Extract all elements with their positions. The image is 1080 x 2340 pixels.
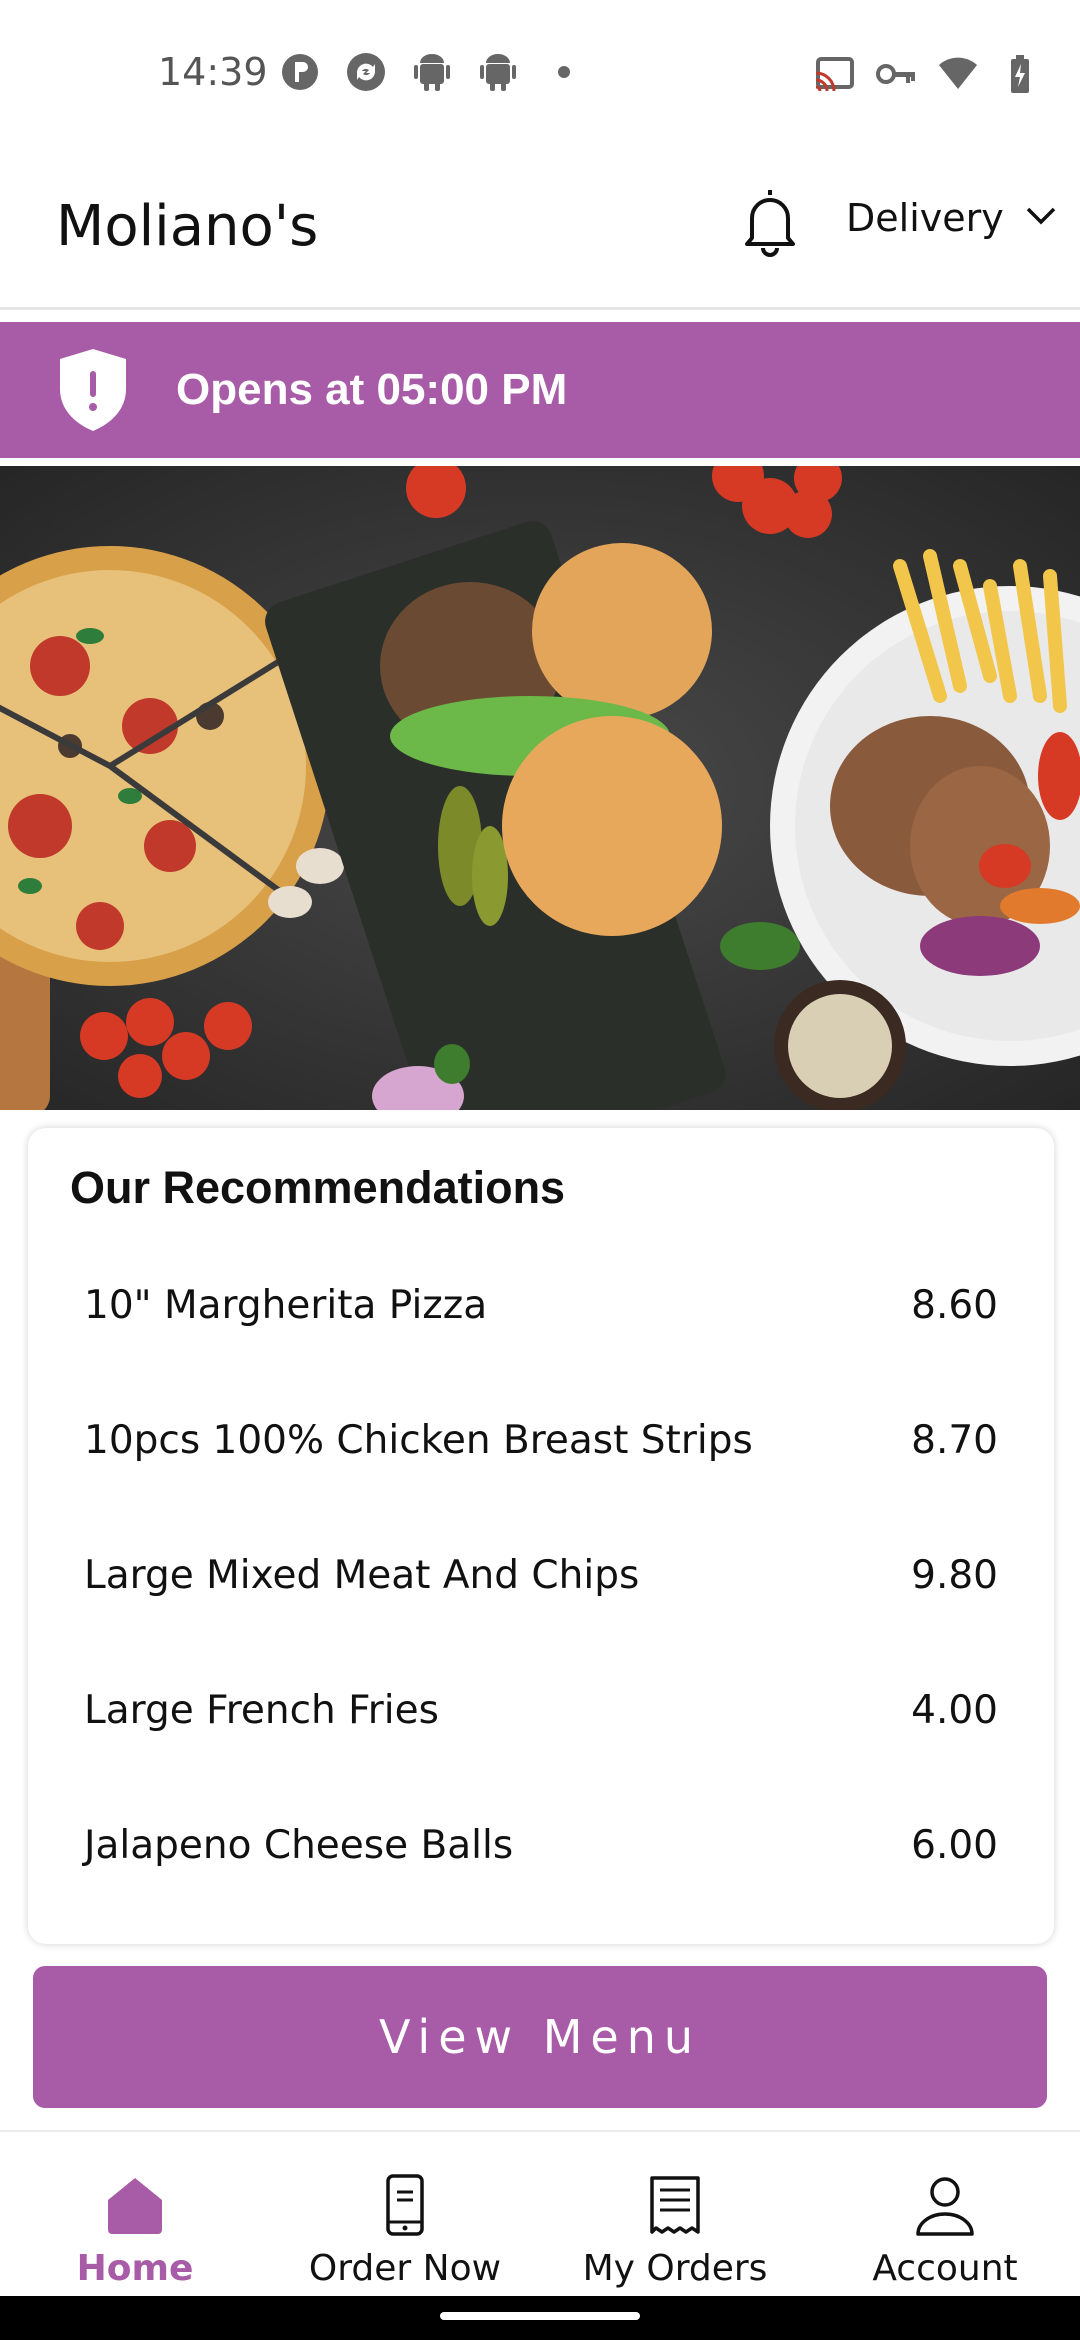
phone-order-icon [386, 2174, 424, 2236]
pinterest-style-icon [280, 52, 320, 92]
status-time: 14:39 [158, 50, 268, 94]
item-name: Jalapeno Cheese Balls [84, 1823, 514, 1868]
restaurant-name: Moliano's [56, 194, 319, 259]
item-price: 6.00 [911, 1823, 998, 1868]
android-icon [478, 52, 518, 92]
app-header: Moliano's Delivery [0, 150, 1080, 310]
nav-account-label: Account [872, 2248, 1018, 2289]
nav-my-orders[interactable]: My Orders [540, 2132, 810, 2296]
recommendation-item[interactable]: Large French Fries 4.00 [28, 1643, 1054, 1778]
home-gesture-handle[interactable] [440, 2312, 640, 2320]
wifi-icon [938, 54, 978, 94]
view-menu-button[interactable]: View Menu [33, 1966, 1047, 2108]
recommendations-list: 10" Margherita Pizza 8.60 10pcs 100% Chi… [28, 1238, 1054, 1913]
recommendation-item[interactable]: Large Mixed Meat And Chips 9.80 [28, 1508, 1054, 1643]
status-system-icons [814, 54, 1040, 94]
recommendation-item[interactable]: 10pcs 100% Chicken Breast Strips 8.70 [28, 1373, 1054, 1508]
status-notification-icons [280, 52, 584, 92]
recommendation-item[interactable]: 10" Margherita Pizza 8.60 [28, 1238, 1054, 1373]
bell-icon[interactable] [738, 186, 802, 258]
item-name: Large French Fries [84, 1688, 439, 1733]
item-price: 8.60 [911, 1283, 998, 1328]
nav-account[interactable]: Account [810, 2132, 1080, 2296]
vpn-key-icon [876, 54, 916, 94]
nav-order-now-label: Order Now [308, 2248, 502, 2289]
item-price: 8.70 [911, 1418, 998, 1463]
order-mode-label: Delivery [846, 196, 1004, 240]
item-name: 10" Margherita Pizza [84, 1283, 488, 1328]
item-price: 4.00 [911, 1688, 998, 1733]
person-icon [916, 2177, 974, 2236]
bottom-nav: Home Order Now My Orders Account [0, 2130, 1080, 2296]
shield-alert-icon [60, 349, 126, 431]
item-name: Large Mixed Meat And Chips [84, 1553, 640, 1598]
receipt-icon [650, 2176, 700, 2234]
recommendations-card: Our Recommendations 10" Margherita Pizza… [28, 1128, 1054, 1944]
status-bar: 14:39 [0, 0, 1080, 150]
cast-icon [814, 54, 854, 94]
dot-icon [544, 52, 584, 92]
recommendation-item[interactable]: Jalapeno Cheese Balls 6.00 [28, 1778, 1054, 1913]
item-name: 10pcs 100% Chicken Breast Strips [84, 1418, 753, 1463]
nav-home-label: Home [76, 2248, 194, 2289]
food-collage-image [0, 466, 1080, 1110]
chevron-down-icon [1026, 207, 1056, 230]
item-price: 9.80 [911, 1553, 998, 1598]
nav-order-now[interactable]: Order Now [270, 2132, 540, 2296]
sync-icon [346, 52, 386, 92]
opening-hours-banner: Opens at 05:00 PM [0, 322, 1080, 458]
banner-text: Opens at 05:00 PM [176, 365, 568, 414]
recommendations-title: Our Recommendations [70, 1162, 566, 1213]
system-nav-bar [0, 2296, 1080, 2340]
android-icon [412, 52, 452, 92]
order-mode-dropdown[interactable]: Delivery [846, 196, 1056, 240]
nav-my-orders-label: My Orders [582, 2248, 768, 2289]
home-icon [108, 2178, 162, 2234]
battery-charging-icon [1000, 54, 1040, 94]
nav-home[interactable]: Home [0, 2132, 270, 2296]
